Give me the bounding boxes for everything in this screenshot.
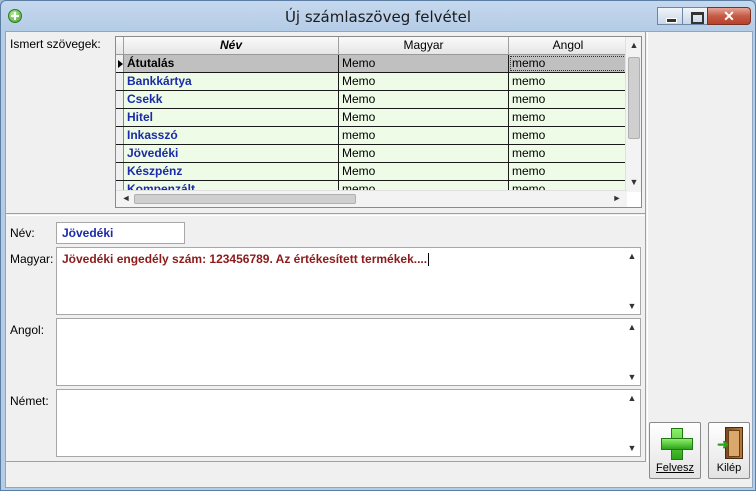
column-header-name[interactable]: Név (124, 37, 339, 54)
text-caret (428, 253, 430, 267)
cell-hungarian[interactable]: Memo (339, 109, 509, 126)
table-row[interactable]: Átutalás Memo memo (116, 55, 627, 73)
cell-name[interactable]: Bankkártya (124, 73, 339, 90)
horizontal-splitter[interactable] (6, 213, 646, 216)
row-indicator (116, 127, 124, 144)
row-indicator (116, 73, 124, 90)
row-indicator (116, 91, 124, 108)
table-row[interactable]: Csekk Memo memo (116, 91, 627, 109)
add-button[interactable]: Felvesz (649, 422, 701, 479)
cell-english[interactable]: memo (509, 145, 627, 162)
client-area: Ismert szövegek: Név Magyar Angol Átutal… (5, 31, 753, 488)
header-indicator (116, 37, 124, 54)
status-bar (6, 461, 646, 488)
cell-english[interactable]: memo (509, 91, 627, 108)
cell-hungarian[interactable]: memo (339, 127, 509, 144)
scroll-up-icon[interactable]: ▲ (624, 251, 640, 261)
row-indicator (116, 145, 124, 162)
cell-english[interactable]: memo (509, 73, 627, 90)
exit-button[interactable]: ➜ Kilép (708, 422, 750, 479)
row-indicator (116, 163, 124, 180)
grid-header: Név Magyar Angol (116, 37, 627, 55)
grid-horizontal-scrollbar[interactable]: ◄ ► (116, 190, 627, 207)
name-label: Név: (10, 226, 35, 240)
maximize-button[interactable] (682, 7, 708, 25)
row-indicator (116, 55, 124, 72)
scroll-right-icon[interactable]: ► (609, 193, 625, 203)
vertical-splitter (645, 32, 648, 462)
plus-icon (661, 428, 693, 460)
grid-vertical-scroll-thumb[interactable] (628, 57, 640, 139)
cell-english[interactable]: memo (509, 127, 627, 144)
scroll-down-icon[interactable]: ▼ (626, 177, 641, 187)
column-header-hungarian[interactable]: Magyar (339, 37, 509, 54)
minimize-button[interactable] (657, 7, 683, 25)
english-label: Angol: (10, 323, 45, 337)
cell-english[interactable]: memo (509, 163, 627, 180)
known-texts-label: Ismert szövegek: (10, 37, 101, 51)
table-row[interactable]: Inkasszó memo memo (116, 127, 627, 145)
table-row[interactable]: Készpénz Memo memo (116, 163, 627, 181)
grid-vertical-scrollbar[interactable]: ▲ ▼ (625, 37, 641, 192)
table-row[interactable]: Jövedéki Memo memo (116, 145, 627, 163)
table-row[interactable]: Hitel Memo memo (116, 109, 627, 127)
cell-hungarian[interactable]: Memo (339, 91, 509, 108)
german-label: Német: (10, 394, 49, 408)
hungarian-memo-scrollbar[interactable]: ▲ ▼ (624, 248, 640, 314)
window-title: Új számlaszöveg felvétel (284, 8, 472, 26)
cell-english[interactable]: memo (509, 55, 627, 72)
app-window: Új számlaszöveg felvétel ✕ Ismert szöveg… (0, 0, 756, 491)
scroll-up-icon[interactable]: ▲ (624, 393, 640, 403)
table-row[interactable]: Bankkártya Memo memo (116, 73, 627, 91)
grid-rows: Átutalás Memo memo Bankkártya Memo memo Csekk M… (116, 55, 627, 191)
cell-hungarian[interactable]: Memo (339, 55, 509, 72)
scroll-left-icon[interactable]: ◄ (118, 193, 134, 203)
row-indicator (116, 109, 124, 126)
cell-name[interactable]: Inkasszó (124, 127, 339, 144)
cell-hungarian[interactable]: Memo (339, 163, 509, 180)
close-button[interactable]: ✕ (707, 7, 751, 25)
cell-name[interactable]: Csekk (124, 91, 339, 108)
cell-name[interactable]: Készpénz (124, 163, 339, 180)
english-memo[interactable]: ▲ ▼ (56, 318, 641, 386)
door-exit-icon: ➜ (717, 427, 743, 459)
cell-name[interactable]: Jövedéki (124, 145, 339, 162)
german-memo-scrollbar[interactable]: ▲ ▼ (624, 390, 640, 456)
scroll-up-icon[interactable]: ▲ (624, 322, 640, 332)
scroll-down-icon[interactable]: ▼ (624, 443, 640, 453)
name-field[interactable]: Jövedéki (56, 222, 185, 244)
add-button-label: Felvesz (656, 462, 694, 474)
scroll-down-icon[interactable]: ▼ (624, 301, 640, 311)
exit-button-label: Kilép (716, 462, 742, 474)
cell-name[interactable]: Hitel (124, 109, 339, 126)
english-memo-scrollbar[interactable]: ▲ ▼ (624, 319, 640, 385)
cell-hungarian[interactable]: Memo (339, 145, 509, 162)
hungarian-memo[interactable]: Jövedéki engedély szám: 123456789. Az ér… (56, 247, 641, 315)
scroll-up-icon[interactable]: ▲ (626, 40, 641, 50)
hungarian-label: Magyar: (10, 252, 54, 266)
cell-english[interactable]: memo (509, 109, 627, 126)
window-controls: ✕ (657, 7, 751, 25)
column-header-english[interactable]: Angol (509, 37, 627, 54)
title-bar[interactable]: Új számlaszöveg felvétel ✕ (1, 1, 755, 31)
cell-name[interactable]: Átutalás (124, 55, 339, 72)
german-memo[interactable]: ▲ ▼ (56, 389, 641, 457)
grid-horizontal-scroll-thumb[interactable] (134, 194, 356, 204)
hungarian-memo-text: Jövedéki engedély szám: 123456789. Az ér… (62, 252, 430, 267)
scroll-down-icon[interactable]: ▼ (624, 372, 640, 382)
known-texts-grid[interactable]: Név Magyar Angol Átutalás Memo memo Bankkár… (115, 36, 642, 208)
cell-hungarian[interactable]: Memo (339, 73, 509, 90)
